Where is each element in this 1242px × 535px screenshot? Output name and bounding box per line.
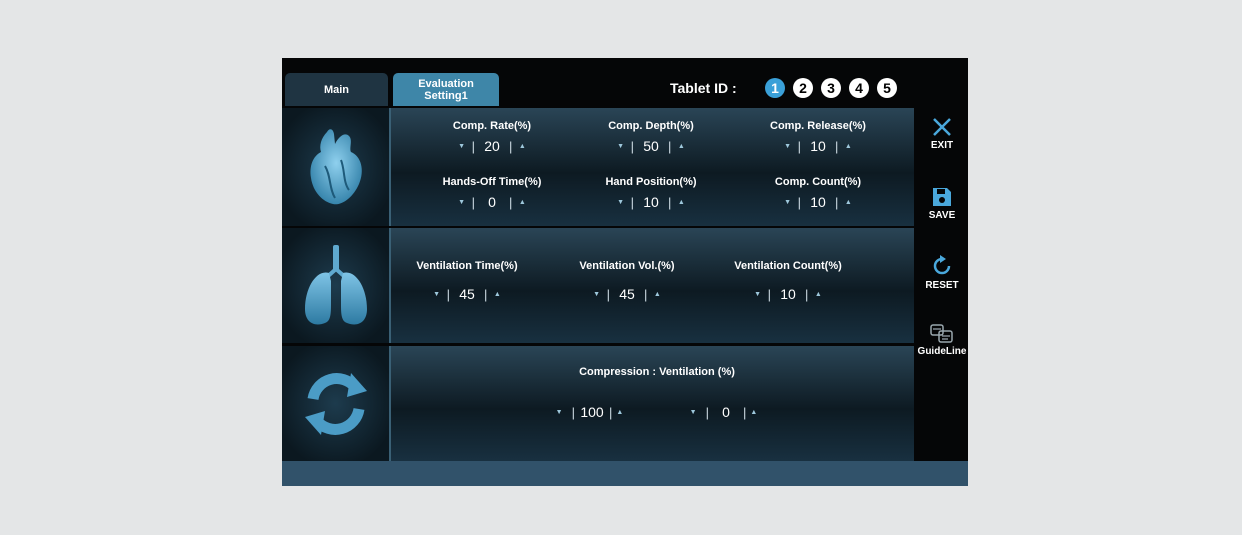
tab-evaluation-label-line1: Evaluation — [418, 77, 474, 90]
chevron-up-icon[interactable]: ▲ — [516, 143, 528, 150]
guideline-icon — [930, 324, 953, 343]
chevron-down-icon[interactable]: ▼ — [782, 199, 794, 206]
hands-off-time-setting: Hands-Off Time(%) ▼ | 0 | ▲ — [412, 176, 572, 210]
footer-bar — [282, 461, 968, 486]
chevron-down-icon[interactable]: ▼ — [690, 409, 702, 416]
chevron-down-icon[interactable]: ▼ — [615, 143, 627, 150]
tab-main-label: Main — [323, 83, 350, 96]
hands-off-time-value: 0 — [488, 194, 496, 210]
save-button[interactable]: SAVE — [916, 186, 968, 221]
chevron-up-icon[interactable]: ▲ — [812, 291, 824, 298]
close-icon — [933, 118, 951, 136]
ventilation-time-value: 45 — [459, 286, 475, 302]
ventilation-vol-stepper: ▼ | 45 | ▲ — [547, 286, 707, 302]
heart-icon — [309, 129, 362, 205]
chevron-down-icon[interactable]: ▼ — [456, 143, 468, 150]
comp-depth-label: Comp. Depth(%) — [608, 120, 694, 132]
chevron-down-icon[interactable]: ▼ — [556, 409, 568, 416]
comp-depth-value: 50 — [643, 138, 659, 154]
save-label: SAVE — [928, 210, 956, 221]
ventilation-vol-label: Ventilation Vol.(%) — [579, 260, 675, 272]
comp-count-value: 10 — [810, 194, 826, 210]
chevron-up-icon[interactable]: ▲ — [516, 199, 528, 206]
chevron-up-icon[interactable]: ▲ — [675, 199, 687, 206]
ventilation-count-value: 10 — [780, 286, 796, 302]
lungs-icon — [304, 244, 367, 324]
ventilation-vol-setting: Ventilation Vol.(%) ▼ | 45 | ▲ — [547, 260, 707, 302]
compression-ratio-value: 100 — [580, 404, 604, 420]
comp-depth-setting: Comp. Depth(%) ▼ | 50 | ▲ — [571, 120, 731, 154]
ratio-settings-panel: Compression : Ventilation (%) ▼ | 100 | ▲ … — [282, 346, 914, 461]
ventilation-time-stepper: ▼ | 45 | ▲ — [387, 286, 547, 302]
save-icon — [933, 188, 951, 206]
ventilation-ratio-stepper: ▼ | 0 | ▲ — [686, 404, 766, 420]
tablet-id-3-button[interactable]: 3 — [821, 78, 841, 98]
hands-off-time-stepper: ▼ | 0 | ▲ — [412, 194, 572, 210]
settings-screen: Main Evaluation Setting1 Tablet ID : 1 2… — [282, 58, 968, 486]
chevron-up-icon[interactable]: ▲ — [675, 143, 687, 150]
guideline-button[interactable]: GuideLine — [916, 324, 968, 357]
chevron-down-icon[interactable]: ▼ — [591, 291, 603, 298]
tablet-id-selector: 1 2 3 4 5 — [765, 78, 897, 98]
comp-count-setting: Comp. Count(%) ▼ | 10 | ▲ — [738, 176, 898, 210]
ventilation-count-label: Ventilation Count(%) — [734, 260, 842, 272]
chevron-up-icon[interactable]: ▲ — [616, 409, 628, 416]
compression-settings-panel: Comp. Rate(%) ▼ | 20 | ▲ Comp. Depth(%) ▼ |… — [282, 108, 914, 226]
exit-label: EXIT — [930, 140, 954, 151]
tablet-id-1-button[interactable]: 1 — [765, 78, 785, 98]
ventilation-settings-panel: Ventilation Time(%) ▼ | 45 | ▲ Ventilation… — [282, 228, 914, 343]
chevron-down-icon[interactable]: ▼ — [782, 143, 794, 150]
chevron-up-icon[interactable]: ▲ — [491, 291, 503, 298]
refresh-cycle-icon — [304, 372, 367, 435]
comp-rate-value: 20 — [484, 138, 500, 154]
hands-off-time-label: Hands-Off Time(%) — [442, 176, 542, 188]
tablet-id-2-button[interactable]: 2 — [793, 78, 813, 98]
hand-position-stepper: ▼ | 10 | ▲ — [571, 194, 731, 210]
comp-release-value: 10 — [810, 138, 826, 154]
guideline-label: GuideLine — [917, 346, 967, 357]
comp-release-setting: Comp. Release(%) ▼ | 10 | ▲ — [738, 120, 898, 154]
chevron-up-icon[interactable]: ▲ — [750, 409, 762, 416]
exit-button[interactable]: EXIT — [916, 116, 968, 151]
hand-position-value: 10 — [643, 194, 659, 210]
chevron-up-icon[interactable]: ▲ — [842, 199, 854, 206]
comp-rate-setting: Comp. Rate(%) ▼ | 20 | ▲ — [412, 120, 572, 154]
chevron-up-icon[interactable]: ▲ — [651, 291, 663, 298]
tablet-id-4-button[interactable]: 4 — [849, 78, 869, 98]
ventilation-time-label: Ventilation Time(%) — [416, 260, 518, 272]
reset-icon — [933, 255, 951, 275]
cycle-icon-cell — [282, 346, 391, 461]
ventilation-count-stepper: ▼ | 10 | ▲ — [708, 286, 868, 302]
comp-release-stepper: ▼ | 10 | ▲ — [738, 138, 898, 154]
tablet-id-5-button[interactable]: 5 — [877, 78, 897, 98]
chevron-down-icon[interactable]: ▼ — [456, 199, 468, 206]
tablet-id-label: Tablet ID : — [670, 80, 737, 96]
ventilation-ratio-value: 0 — [722, 404, 730, 420]
heart-icon-cell — [282, 108, 391, 226]
compression-ventilation-label: Compression : Ventilation (%) — [579, 366, 735, 378]
tab-evaluation-label-line2: Setting1 — [424, 89, 468, 102]
comp-count-stepper: ▼ | 10 | ▲ — [738, 194, 898, 210]
lungs-icon-cell — [282, 228, 391, 343]
chevron-down-icon[interactable]: ▼ — [752, 291, 764, 298]
comp-rate-stepper: ▼ | 20 | ▲ — [412, 138, 572, 154]
comp-rate-label: Comp. Rate(%) — [452, 120, 532, 132]
reset-button[interactable]: RESET — [916, 254, 968, 291]
chevron-up-icon[interactable]: ▲ — [842, 143, 854, 150]
comp-release-label: Comp. Release(%) — [770, 120, 866, 132]
hand-position-label: Hand Position(%) — [605, 176, 697, 188]
tab-evaluation-setting[interactable]: Evaluation Setting1 — [393, 73, 499, 106]
tab-main[interactable]: Main — [285, 73, 388, 106]
chevron-down-icon[interactable]: ▼ — [431, 291, 443, 298]
ventilation-count-setting: Ventilation Count(%) ▼ | 10 | ▲ — [708, 260, 868, 302]
comp-depth-stepper: ▼ | 50 | ▲ — [571, 138, 731, 154]
hand-position-setting: Hand Position(%) ▼ | 10 | ▲ — [571, 176, 731, 210]
compression-ratio-stepper: ▼ | 100 | ▲ — [552, 404, 632, 420]
ventilation-vol-value: 45 — [619, 286, 635, 302]
ventilation-time-setting: Ventilation Time(%) ▼ | 45 | ▲ — [387, 260, 547, 302]
chevron-down-icon[interactable]: ▼ — [615, 199, 627, 206]
reset-label: RESET — [925, 280, 959, 291]
comp-count-label: Comp. Count(%) — [774, 176, 862, 188]
